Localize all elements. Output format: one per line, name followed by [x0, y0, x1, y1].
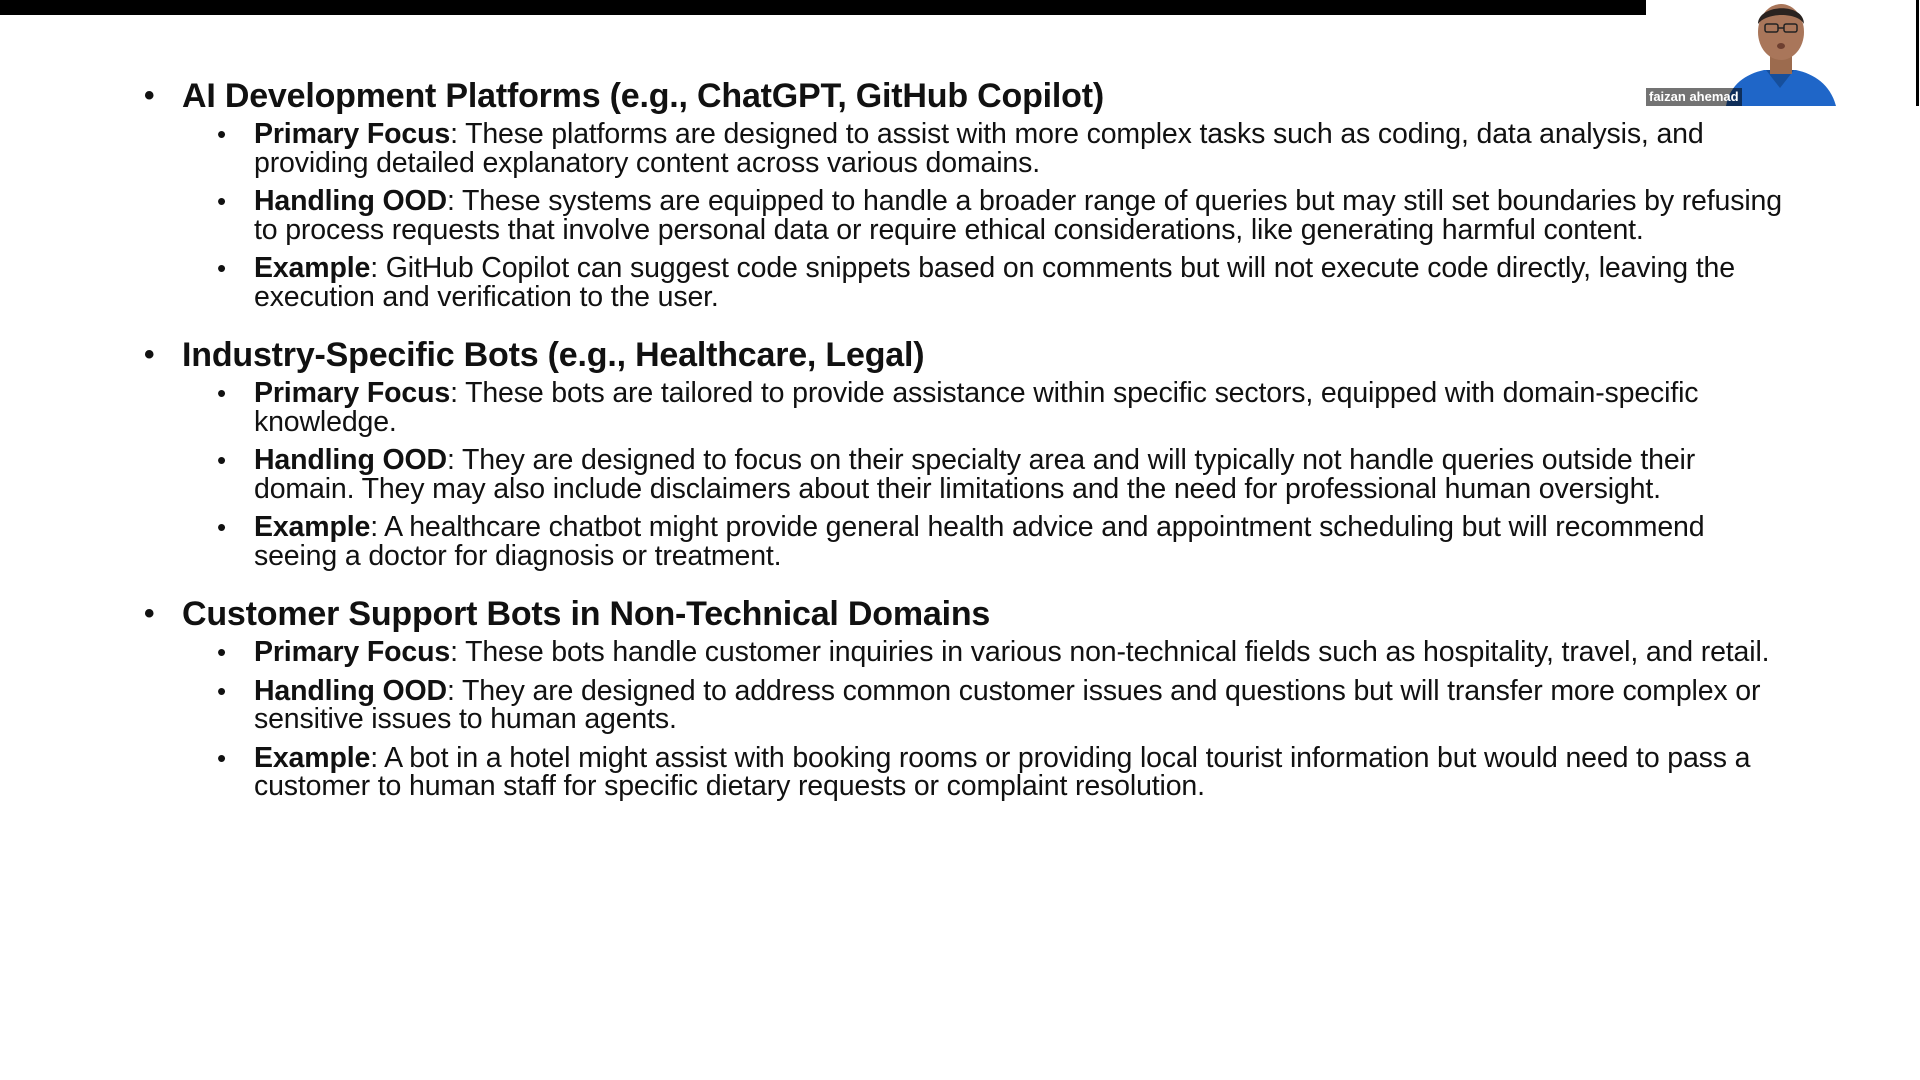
section-industry-specific-bots: • Industry-Specific Bots (e.g., Healthca…	[144, 331, 1784, 570]
list-item: • Example: A healthcare chatbot might pr…	[144, 513, 1784, 570]
item-label: Example	[254, 741, 371, 774]
sub-bullet-list: • Primary Focus: These bots are tailored…	[144, 379, 1784, 570]
item-label: Primary Focus	[254, 118, 451, 150]
item-label: Primary Focus	[254, 636, 451, 668]
item-label: Handling OOD	[254, 185, 447, 217]
list-item: • Handling OOD: They are designed to add…	[144, 674, 1784, 735]
bullet-icon: •	[217, 119, 226, 149]
bullet-icon: •	[144, 79, 155, 112]
item-text: : They are designed to address common cu…	[254, 674, 1761, 735]
section-heading: • Customer Support Bots in Non-Technical…	[144, 590, 1784, 638]
right-edge-divider	[1916, 0, 1919, 106]
item-text: : These bots are tailored to provide ass…	[254, 377, 1699, 438]
participant-name-label: faizan ahemad	[1646, 88, 1742, 106]
section-heading: • Industry-Specific Bots (e.g., Healthca…	[144, 331, 1784, 379]
list-item: • Primary Focus: These bots are tailored…	[144, 379, 1784, 436]
section-ai-development-platforms: • AI Development Platforms (e.g., ChatGP…	[144, 72, 1784, 311]
section-heading: • AI Development Platforms (e.g., ChatGP…	[144, 72, 1784, 120]
list-item: • Example: GitHub Copilot can suggest co…	[144, 254, 1784, 311]
bullet-icon: •	[217, 445, 226, 475]
item-label: Example	[254, 511, 371, 543]
sub-bullet-list: • Primary Focus: These platforms are des…	[144, 120, 1784, 311]
item-label: Primary Focus	[254, 377, 451, 409]
section-customer-support-bots: • Customer Support Bots in Non-Technical…	[144, 590, 1784, 801]
section-heading-text: Customer Support Bots in Non-Technical D…	[182, 595, 991, 633]
item-label: Handling OOD	[254, 674, 447, 707]
item-text: : A bot in a hotel might assist with boo…	[254, 741, 1751, 802]
bullet-icon: •	[144, 597, 155, 630]
list-item: • Example: A bot in a hotel might assist…	[144, 741, 1784, 802]
list-item: • Handling OOD: They are designed to foc…	[144, 446, 1784, 503]
bullet-icon: •	[217, 742, 226, 773]
list-item: • Primary Focus: These bots handle custo…	[144, 638, 1784, 667]
bullet-icon: •	[217, 186, 226, 216]
item-text: : These systems are equipped to handle a…	[254, 185, 1782, 246]
bullet-icon: •	[144, 338, 155, 371]
screen-share-view: • AI Development Platforms (e.g., ChatGP…	[0, 0, 1920, 1080]
section-heading-text: Industry-Specific Bots (e.g., Healthcare…	[182, 336, 925, 374]
item-text: : A healthcare chatbot might provide gen…	[254, 511, 1705, 572]
sub-bullet-list: • Primary Focus: These bots handle custo…	[144, 638, 1784, 801]
slide-content: • AI Development Platforms (e.g., ChatGP…	[144, 72, 1784, 821]
item-text: : GitHub Copilot can suggest code snippe…	[254, 252, 1735, 313]
item-text: : These bots handle customer inquiries i…	[450, 636, 1770, 668]
bullet-icon: •	[217, 512, 226, 542]
top-black-bar	[0, 0, 1646, 15]
list-item: • Primary Focus: These platforms are des…	[144, 120, 1784, 177]
item-text: : These platforms are designed to assist…	[254, 118, 1704, 179]
list-item: • Handling OOD: These systems are equipp…	[144, 187, 1784, 244]
bullet-icon: •	[217, 637, 226, 667]
section-heading-text: AI Development Platforms (e.g., ChatGPT,…	[182, 77, 1104, 115]
item-label: Example	[254, 252, 371, 284]
item-label: Handling OOD	[254, 444, 447, 476]
item-text: : They are designed to focus on their sp…	[254, 444, 1696, 505]
bullet-icon: •	[217, 253, 226, 283]
bullet-icon: •	[217, 378, 226, 408]
bullet-icon: •	[217, 675, 226, 706]
